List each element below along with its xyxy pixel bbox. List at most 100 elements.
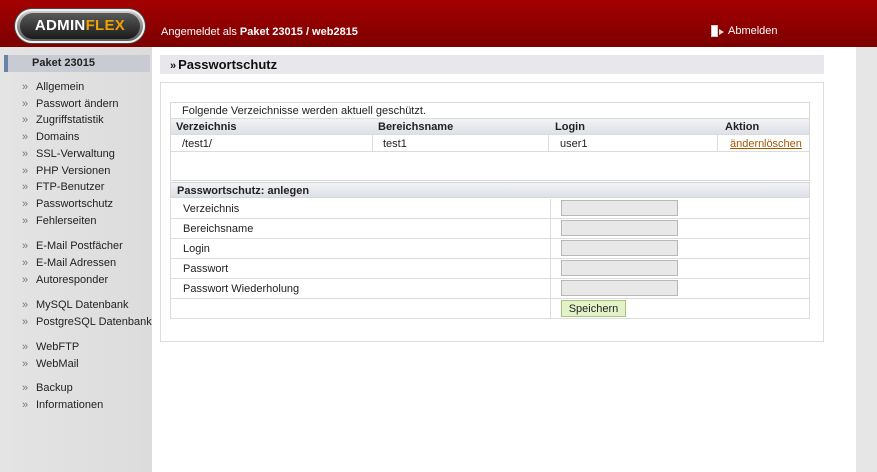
sidebar-item-email-adressen[interactable]: » E-Mail Adressen xyxy=(22,257,116,269)
sidebar-item-domains[interactable]: » Domains xyxy=(22,131,79,143)
sidebar-item-passwortschutz[interactable]: » Passwortschutz xyxy=(22,198,113,210)
column-header-login: Login xyxy=(555,121,585,133)
right-gutter xyxy=(856,47,877,472)
main-content: » Passwortschutz Folgende Verzeichnisse w… xyxy=(152,47,856,472)
logout-label: Abmelden xyxy=(728,25,778,37)
bullet-icon: » xyxy=(22,165,29,177)
page-title: » Passwortschutz xyxy=(160,55,824,74)
column-header-verzeichnis: Verzeichnis xyxy=(176,121,237,133)
bullet-icon: » xyxy=(22,274,29,286)
title-arrow-icon: » xyxy=(170,60,177,72)
sidebar-title: Paket 23015 xyxy=(4,55,150,72)
sidebar-item-informationen[interactable]: » Informationen xyxy=(22,399,103,411)
logout-button[interactable]: Abmelden xyxy=(710,24,778,38)
sidebar-item-passwort-aendern[interactable]: » Passwort ändern xyxy=(22,98,119,110)
sidebar-item-php-versionen[interactable]: » PHP Versionen xyxy=(22,165,110,177)
form-row-bereichsname: Bereichsname xyxy=(170,219,810,239)
bullet-icon: » xyxy=(22,131,29,143)
login-info: Angemeldet als Paket 23015 / web2815 xyxy=(161,26,358,38)
sidebar-item-webmail[interactable]: » WebMail xyxy=(22,358,79,370)
sidebar-item-label: FTP-Benutzer xyxy=(36,181,105,193)
sidebar-item-allgemein[interactable]: » Allgemein xyxy=(22,81,84,93)
verzeichnis-label: Verzeichnis xyxy=(183,203,240,215)
login-prefix: Angemeldet als xyxy=(161,26,240,38)
login-label: Login xyxy=(183,243,210,255)
save-button[interactable]: Speichern xyxy=(561,300,626,317)
form-row-passwort: Passwort xyxy=(170,259,810,279)
table-header-row: Verzeichnis Bereichsname Login Aktion xyxy=(171,119,809,135)
cell-bereichsname: test1 xyxy=(383,138,407,150)
verzeichnis-input[interactable] xyxy=(561,200,678,216)
bereichsname-label: Bereichsname xyxy=(183,223,254,235)
sidebar-item-label: WebFTP xyxy=(36,341,80,353)
bullet-icon: » xyxy=(22,358,29,370)
table-row: /test1/ test1 user1 ändern löschen xyxy=(171,135,809,152)
passwort-wiederholung-input[interactable] xyxy=(561,280,678,296)
table-spacer xyxy=(171,152,809,180)
top-header: ADMINFLEX Angemeldet als Paket 23015 / w… xyxy=(0,0,877,47)
content-box: Folgende Verzeichnisse werden aktuell ge… xyxy=(160,82,824,342)
bullet-icon: » xyxy=(22,98,29,110)
form-row-passwort-wiederholung: Passwort Wiederholung xyxy=(170,279,810,299)
login-user: Paket 23015 / web2815 xyxy=(239,26,358,38)
delete-link[interactable]: löschen xyxy=(764,138,802,150)
sidebar-item-label: WebMail xyxy=(36,358,79,370)
sidebar-item-label: Autoresponder xyxy=(36,274,109,286)
sidebar-item-label: MySQL Datenbank xyxy=(36,299,129,311)
adminflex-logo[interactable]: ADMINFLEX xyxy=(15,9,145,43)
form-row-login: Login xyxy=(170,239,810,259)
sidebar-item-label: Informationen xyxy=(36,399,104,411)
login-input[interactable] xyxy=(561,240,678,256)
bullet-icon: » xyxy=(22,382,29,394)
sidebar: Paket 23015 » Allgemein » Passwort ändern … xyxy=(0,47,152,472)
sidebar-item-webftp[interactable]: » WebFTP xyxy=(22,341,79,353)
table-caption-row: Folgende Verzeichnisse werden aktuell ge… xyxy=(171,103,809,119)
sidebar-item-label: Backup xyxy=(36,382,73,394)
cell-login: user1 xyxy=(560,138,588,150)
sidebar-item-label: Allgemein xyxy=(36,81,85,93)
passwort-label: Passwort xyxy=(183,263,229,275)
passwort-input[interactable] xyxy=(561,260,678,276)
bullet-icon: » xyxy=(22,299,29,311)
bullet-icon: » xyxy=(22,316,29,328)
bullet-icon: » xyxy=(22,198,29,210)
bereichsname-input[interactable] xyxy=(561,220,678,236)
sidebar-item-mysql[interactable]: » MySQL Datenbank xyxy=(22,299,129,311)
sidebar-item-label: Passwortschutz xyxy=(36,198,114,210)
column-header-bereichsname: Bereichsname xyxy=(378,121,454,133)
bullet-icon: » xyxy=(22,148,29,160)
cell-verzeichnis: /test1/ xyxy=(182,138,212,150)
bullet-icon: » xyxy=(22,215,29,227)
sidebar-item-autoresponder[interactable]: » Autoresponder xyxy=(22,274,108,286)
passwort-wiederholung-label: Passwort Wiederholung xyxy=(183,283,300,295)
sidebar-item-zugriffstatistik[interactable]: » Zugriffstatistik xyxy=(22,114,104,126)
sidebar-item-label: Zugriffstatistik xyxy=(36,114,104,126)
sidebar-item-label: PostgreSQL Datenbank xyxy=(36,316,152,328)
page-title-text: Passwortschutz xyxy=(178,57,278,72)
sidebar-item-fehlerseiten[interactable]: » Fehlerseiten xyxy=(22,215,97,227)
bullet-icon: » xyxy=(22,399,29,411)
bullet-icon: » xyxy=(22,341,29,353)
sidebar-item-label: SSL-Verwaltung xyxy=(36,148,115,160)
bullet-icon: » xyxy=(22,257,29,269)
sidebar-item-label: E-Mail Postfächer xyxy=(36,240,123,252)
bullet-icon: » xyxy=(22,240,29,252)
sidebar-item-label: PHP Versionen xyxy=(36,165,111,177)
bullet-icon: » xyxy=(22,181,29,193)
sidebar-item-ftp-benutzer[interactable]: » FTP-Benutzer xyxy=(22,181,104,193)
sidebar-item-postgresql[interactable]: » PostgreSQL Datenbank xyxy=(22,316,152,328)
sidebar-item-label: E-Mail Adressen xyxy=(36,257,117,269)
edit-link[interactable]: ändern xyxy=(730,138,764,150)
sidebar-item-label: Domains xyxy=(36,131,80,143)
bullet-icon: » xyxy=(22,81,29,93)
form-header: Passwortschutz: anlegen xyxy=(170,182,810,198)
sidebar-item-label: Fehlerseiten xyxy=(36,215,97,227)
logout-door-icon xyxy=(710,24,724,38)
sidebar-item-label: Passwort ändern xyxy=(36,98,119,110)
sidebar-item-ssl-verwaltung[interactable]: » SSL-Verwaltung xyxy=(22,148,115,160)
table-caption: Folgende Verzeichnisse werden aktuell ge… xyxy=(182,105,426,117)
logo-flex: FLEX xyxy=(85,17,126,34)
form-row-submit: Speichern xyxy=(170,299,810,319)
sidebar-item-email-postfaecher[interactable]: » E-Mail Postfächer xyxy=(22,240,123,252)
sidebar-item-backup[interactable]: » Backup xyxy=(22,382,73,394)
